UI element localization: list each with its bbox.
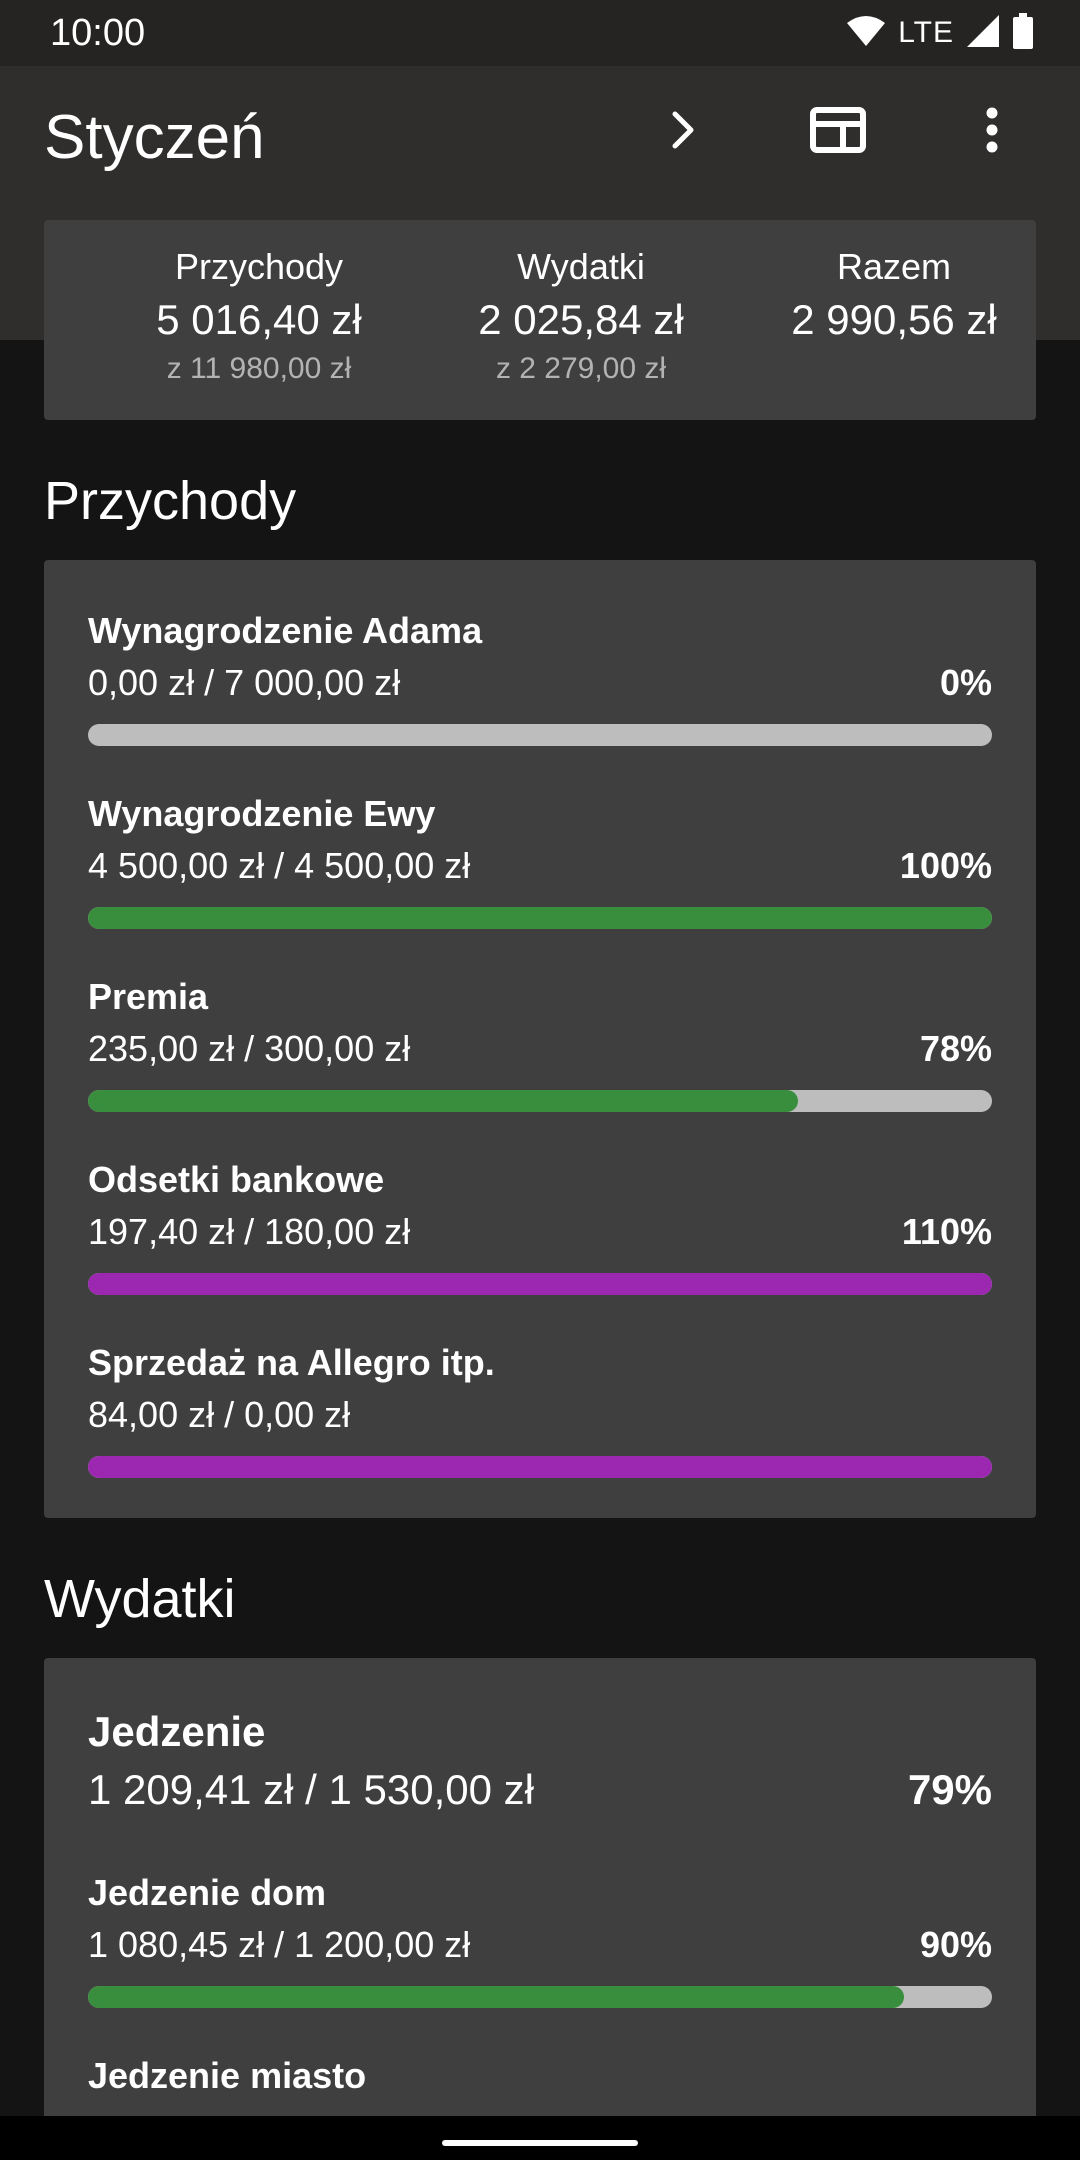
expense-item[interactable]: Jedzenie miasto [88,2055,992,2097]
income-item-row: 4 500,00 zł / 4 500,00 zł 100% [88,845,992,887]
income-item-row: 235,00 zł / 300,00 zł 78% [88,1028,992,1070]
wifi-icon [846,15,886,52]
income-item-amount: 235,00 zł / 300,00 zł [88,1028,411,1069]
status-time: 10:00 [50,11,146,54]
income-section-title: Przychody [44,471,297,531]
progress-bar [88,1986,992,2008]
income-item-amount: 84,00 zł / 0,00 zł [88,1394,351,1435]
expenses-section-title: Wydatki [44,1569,236,1629]
progress-fill [88,1456,992,1478]
network-type: LTE [898,16,954,49]
progress-bar [88,724,992,746]
battery-icon [1012,12,1034,54]
income-item[interactable]: Premia 235,00 zł / 300,00 zł 78% [88,976,992,1112]
expense-group[interactable]: Jedzenie 1 209,41 zł / 1 530,00 zł 79% [88,1708,992,1814]
view-toggle-icon [810,106,866,158]
income-item[interactable]: Wynagrodzenie Ewy 4 500,00 zł / 4 500,00… [88,793,992,929]
summary-expenses-label: Wydatki [517,246,645,287]
chevron-right-icon [669,110,699,155]
income-item-name: Odsetki bankowe [88,1159,385,1200]
progress-bar [88,1090,992,1112]
home-gesture-handle[interactable] [442,2140,638,2146]
income-card: Wynagrodzenie Adama 0,00 zł / 7 000,00 z… [44,560,1036,1518]
income-item-row: 0,00 zł / 7 000,00 zł 0% [88,662,992,704]
summary-total: Razem 2 990,56 zł [764,246,1024,344]
income-item[interactable]: Sprzedaż na Allegro itp. 84,00 zł / 0,00… [88,1342,992,1478]
expense-item[interactable]: Jedzenie dom 1 080,45 zł / 1 200,00 zł 9… [88,1872,992,2008]
progress-bar [88,1456,992,1478]
expense-item-amount: 1 080,45 zł / 1 200,00 zł [88,1924,471,1965]
expense-group-row: 1 209,41 zł / 1 530,00 zł 79% [88,1766,992,1814]
summary-total-amount: 2 990,56 zł [791,296,997,343]
more-options-button[interactable] [950,90,1034,174]
income-item-percent: 100% [899,845,992,886]
screen: 10:00 LTE Styczeń Przychody 5 016,40 zł … [0,0,1080,2160]
summary-card: Przychody 5 016,40 zł z 11 980,00 zł Wyd… [44,220,1036,420]
expenses-card: Jedzenie 1 209,41 zł / 1 530,00 zł 79% J… [44,1658,1036,2160]
income-item-name: Sprzedaż na Allegro itp. [88,1342,495,1383]
progress-bar [88,1273,992,1295]
signal-icon [966,14,1000,53]
income-item-row: 84,00 zł / 0,00 zł [88,1394,992,1436]
status-bar: 10:00 LTE [0,0,1080,66]
income-item-name: Wynagrodzenie Adama [88,610,483,651]
more-vert-icon [985,107,999,158]
expense-item-row: 1 080,45 zł / 1 200,00 zł 90% [88,1924,992,1966]
page-title: Styczeń [44,103,265,172]
income-item-amount: 0,00 zł / 7 000,00 zł [88,662,401,703]
expense-group-percent: 79% [907,1766,992,1813]
status-icons: LTE [846,12,1034,54]
income-item-percent: 0% [939,662,992,703]
progress-bar [88,907,992,929]
summary-income: Przychody 5 016,40 zł z 11 980,00 zł [84,246,434,386]
income-item[interactable]: Wynagrodzenie Adama 0,00 zł / 7 000,00 z… [88,610,992,746]
progress-fill [88,1273,992,1295]
income-item-percent: 78% [919,1028,992,1069]
view-toggle-button[interactable] [796,90,880,174]
summary-expenses: Wydatki 2 025,84 zł z 2 279,00 zł [406,246,756,386]
income-item-amount: 197,40 zł / 180,00 zł [88,1211,411,1252]
summary-expenses-planned: z 2 279,00 zł [495,352,667,385]
expense-item-name: Jedzenie dom [88,1872,327,1913]
summary-income-planned: z 11 980,00 zł [166,352,352,385]
progress-fill [88,1986,905,2008]
expense-group-amount: 1 209,41 zł / 1 530,00 zł [88,1766,534,1813]
summary-income-label: Przychody [174,246,344,287]
summary-income-amount: 5 016,40 zł [156,296,362,343]
income-item-name: Premia [88,976,209,1017]
income-item-name: Wynagrodzenie Ewy [88,793,436,834]
income-item[interactable]: Odsetki bankowe 197,40 zł / 180,00 zł 11… [88,1159,992,1295]
expense-group-name: Jedzenie [88,1708,266,1755]
summary-total-label: Razem [836,246,952,287]
income-item-percent: 110% [901,1211,992,1252]
expense-item-percent: 90% [919,1924,992,1965]
summary-expenses-amount: 2 025,84 zł [478,296,684,343]
income-item-row: 197,40 zł / 180,00 zł 110% [88,1211,992,1253]
progress-fill [88,1090,798,1112]
navigation-bar [0,2116,1080,2160]
expense-item-name: Jedzenie miasto [88,2055,367,2096]
income-item-amount: 4 500,00 zł / 4 500,00 zł [88,845,471,886]
progress-fill [88,907,992,929]
next-month-button[interactable] [642,90,726,174]
